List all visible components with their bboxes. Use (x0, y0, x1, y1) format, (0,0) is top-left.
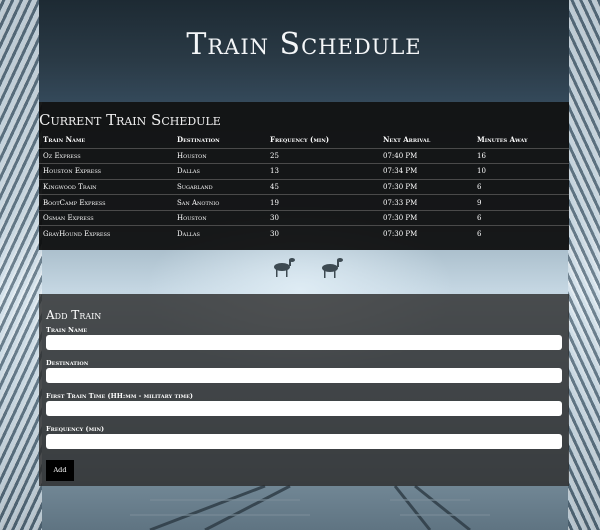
cell-next-arrival: 07:40 PM (379, 147, 473, 164)
cell-frequency: 30 (266, 209, 379, 226)
column-header-next-arrival: Next Arrival (383, 135, 431, 145)
table-row: Houston Express Dallas 13 07:34 PM 10 (39, 163, 569, 180)
cell-destination: Dallas (173, 225, 266, 242)
cell-next-arrival: 07:34 PM (379, 163, 473, 180)
cell-minutes-away: 6 (473, 178, 569, 195)
column-header-destination: Destination (177, 135, 220, 145)
deer-illustration (274, 258, 343, 278)
cell-minutes-away: 10 (473, 163, 569, 180)
destination-label: Destination (46, 359, 89, 367)
schedule-table: Train Name Destination Frequency (min) N… (39, 132, 569, 242)
table-header-row: Train Name Destination Frequency (min) N… (39, 132, 569, 148)
table-row: Kingwood Train Sugarland 45 07:30 PM 6 (39, 178, 569, 195)
cell-train-name: Osman Express (39, 209, 173, 226)
add-train-button[interactable]: Add (46, 459, 74, 481)
column-header-minutes-away: Minutes Away (477, 135, 528, 145)
cell-destination: Houston (173, 209, 266, 226)
cell-minutes-away: 6 (473, 225, 569, 242)
cell-frequency: 30 (266, 225, 379, 242)
page-title: Train Schedule (186, 27, 422, 62)
page-header: Train Schedule (39, 0, 569, 102)
frequency-label: Frequency (min) (46, 425, 105, 433)
cell-train-name: Kingwood Train (39, 178, 173, 195)
cell-next-arrival: 07:30 PM (379, 225, 473, 242)
add-train-heading: Add Train (46, 308, 102, 322)
column-header-train-name: Train Name (43, 135, 86, 145)
cell-frequency: 13 (266, 163, 379, 180)
cell-destination: Houston (173, 147, 266, 164)
cell-next-arrival: 07:30 PM (379, 178, 473, 195)
cell-train-name: Houston Express (39, 163, 173, 180)
cell-next-arrival: 07:33 PM (379, 194, 473, 211)
cell-destination: Sugarland (173, 178, 266, 195)
first-train-time-input[interactable] (46, 401, 562, 416)
cell-frequency: 45 (266, 178, 379, 195)
cell-train-name: Oz Express (39, 147, 173, 164)
cell-minutes-away: 6 (473, 209, 569, 226)
add-train-form: Add Train Train Name Destination First T… (39, 294, 569, 486)
table-row: BootCamp Express San Anotnio 19 07:33 PM… (39, 194, 569, 211)
train-name-input[interactable] (46, 335, 562, 350)
cell-destination: Dallas (173, 163, 266, 180)
cell-train-name: BootCamp Express (39, 194, 173, 211)
cell-train-name: GrayHound Express (39, 225, 173, 242)
cell-next-arrival: 07:30 PM (379, 209, 473, 226)
train-name-label: Train Name (46, 326, 88, 334)
table-row: GrayHound Express Dallas 30 07:30 PM 6 (39, 225, 569, 242)
cell-minutes-away: 9 (473, 194, 569, 211)
schedule-panel: Current Train Schedule Train Name Destin… (39, 102, 569, 250)
cell-minutes-away: 16 (473, 147, 569, 164)
column-header-frequency: Frequency (min) (270, 135, 330, 145)
table-row: Oz Express Houston 25 07:40 PM 16 (39, 147, 569, 164)
schedule-heading: Current Train Schedule (39, 111, 221, 129)
frequency-input[interactable] (46, 434, 562, 449)
cell-destination: San Anotnio (173, 194, 266, 211)
table-row: Osman Express Houston 30 07:30 PM 6 (39, 209, 569, 226)
destination-input[interactable] (46, 368, 562, 383)
cell-frequency: 19 (266, 194, 379, 211)
cell-frequency: 25 (266, 147, 379, 164)
first-train-time-label: First Train Time (HH:mm - military time) (46, 392, 193, 400)
